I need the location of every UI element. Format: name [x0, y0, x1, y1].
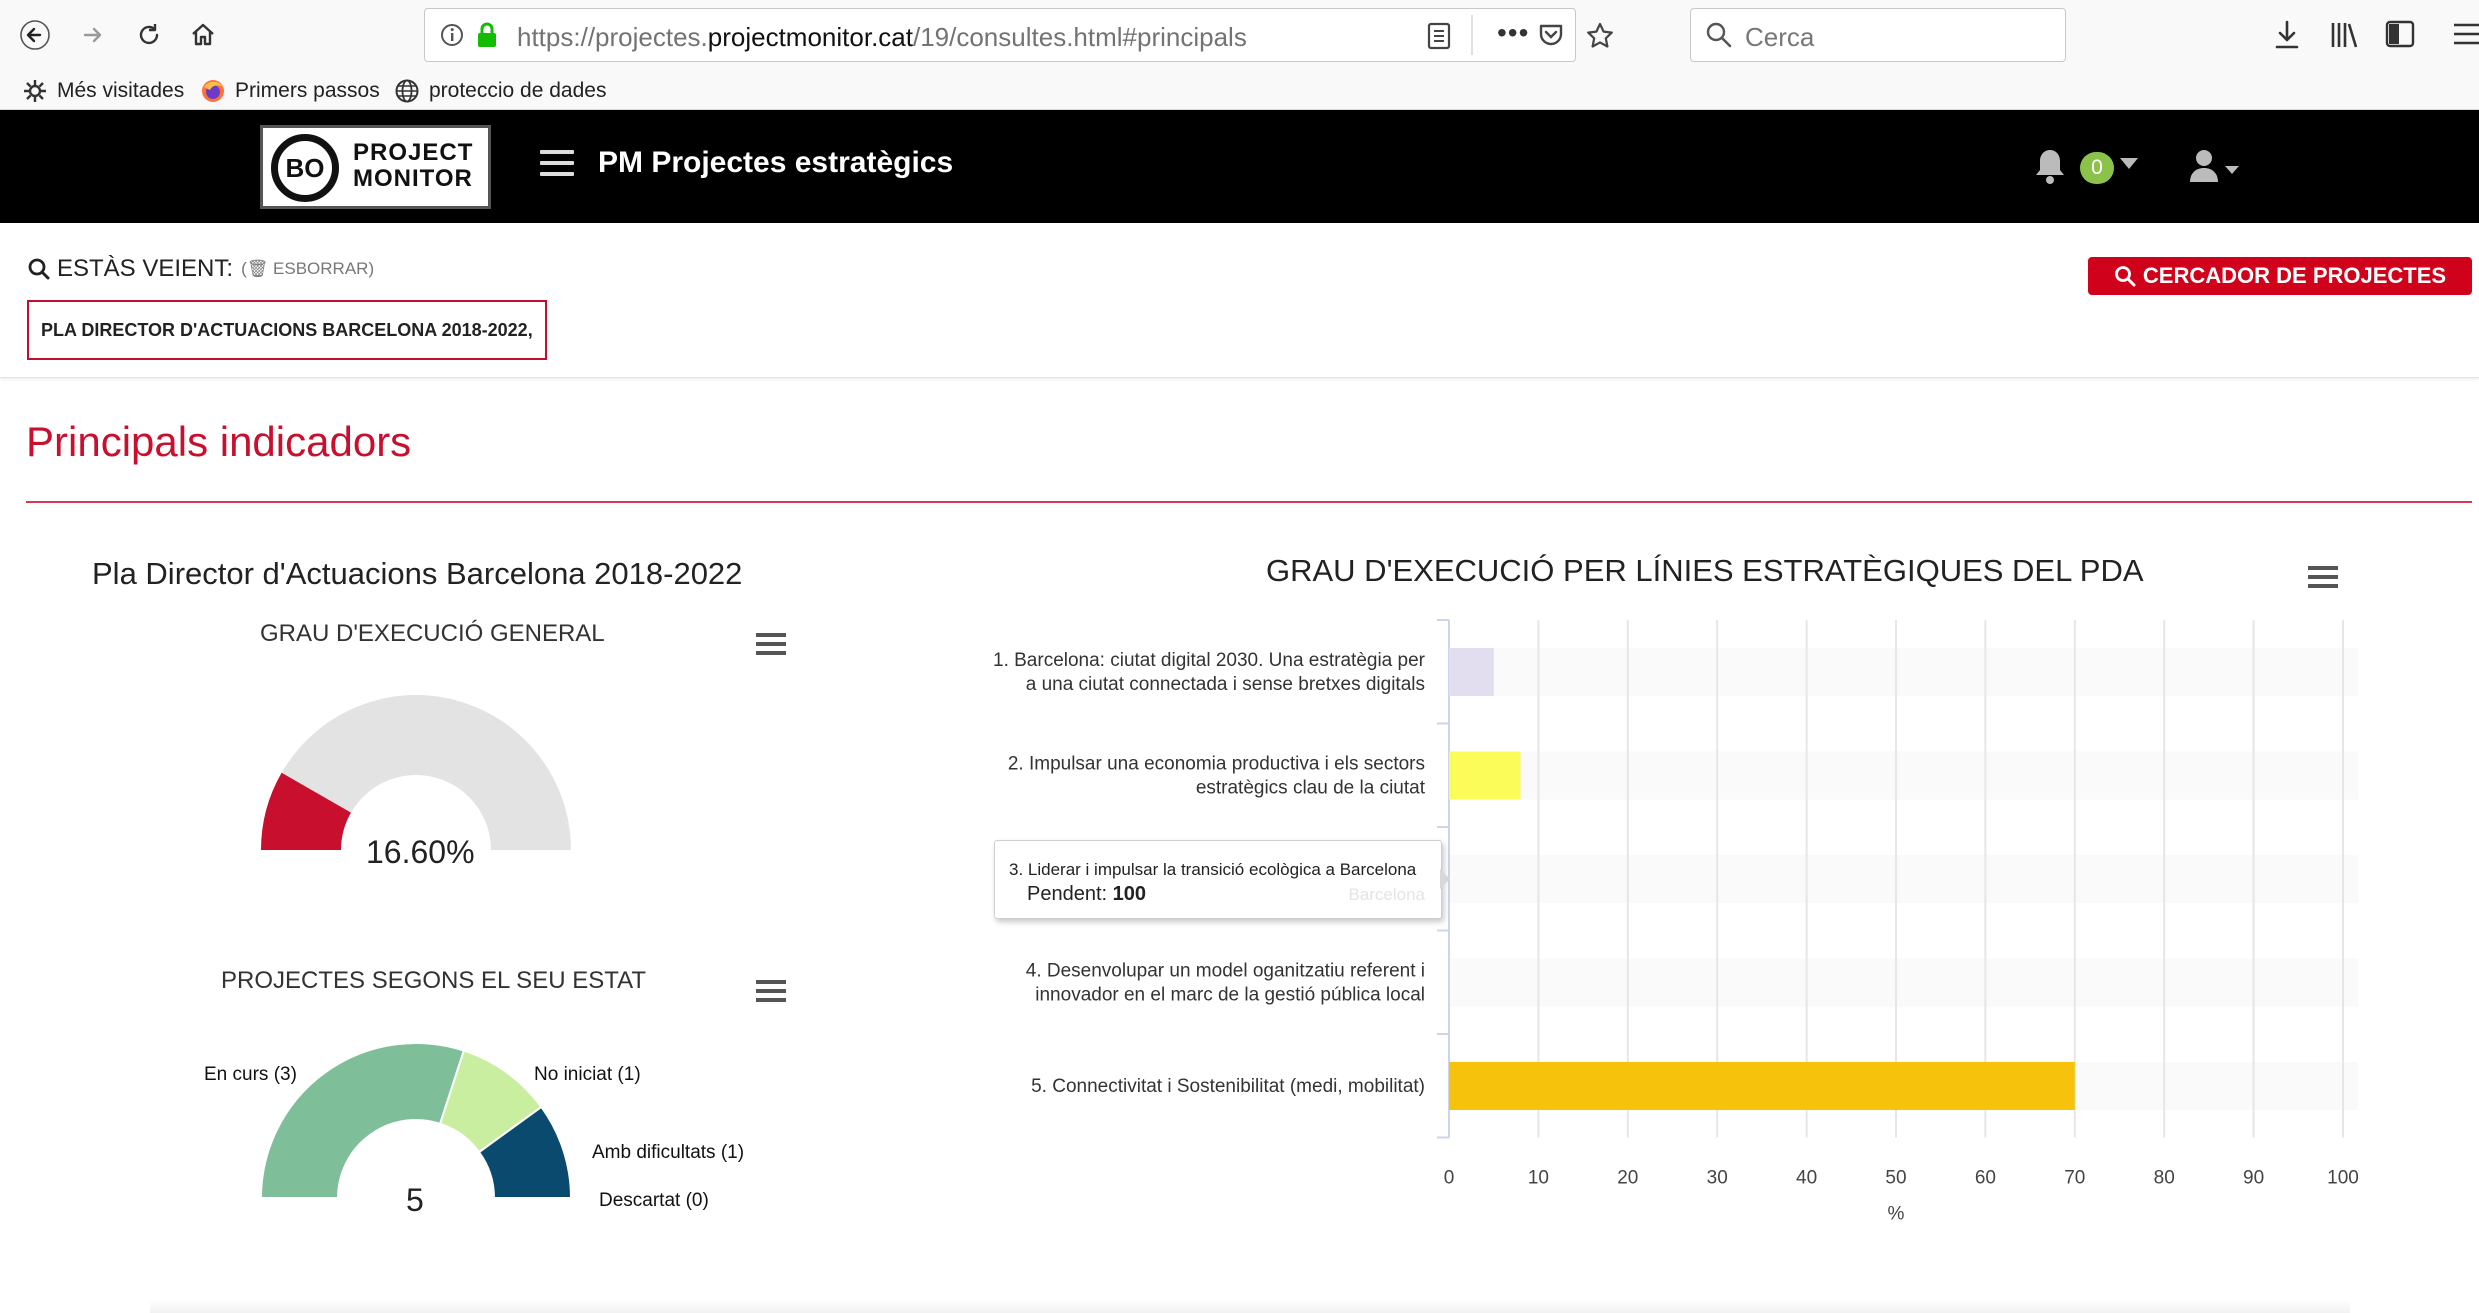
- x-tick-label: 80: [2154, 1168, 2175, 1189]
- bookmark-data-protection[interactable]: proteccio de dades: [394, 76, 606, 106]
- x-tick-label: 20: [1617, 1168, 1638, 1189]
- search-placeholder: Cerca: [1745, 22, 1815, 52]
- bookmark-label: proteccio de dades: [429, 79, 607, 102]
- lock-icon: [478, 22, 496, 47]
- x-tick-label: 40: [1796, 1168, 1817, 1189]
- page-bottom-shadow: [150, 1300, 2350, 1313]
- notifications-badge[interactable]: 0: [2080, 152, 2114, 184]
- x-axis-label: %: [1888, 1204, 1905, 1221]
- search-icon: [2115, 266, 2136, 287]
- tooltip-title: 3. Liderar i impulsar la transició ecolò…: [1009, 860, 1417, 879]
- app-header: BO PROJECT MONITOR PM Projectes estratèg…: [0, 110, 2479, 223]
- hamburger-menu-icon[interactable]: [540, 150, 574, 180]
- forward-arrow-icon: [83, 27, 102, 43]
- status-chart-title: PROJECTES SEGONS EL SEU ESTAT: [221, 967, 646, 994]
- tooltip-arrow: [1440, 869, 1450, 889]
- bookmark-star-icon[interactable]: [1585, 21, 1615, 51]
- x-tick-label: 0: [1444, 1168, 1455, 1189]
- bar-chart-title: GRAU D'EXECUCIÓ PER LÍNIES ESTRATÈGIQUES…: [1266, 553, 2144, 588]
- gauge-value: 16.60%: [366, 834, 475, 870]
- reader-view-icon[interactable]: [1427, 22, 1451, 50]
- bookmark-getting-started[interactable]: Primers passos: [200, 76, 380, 106]
- chart-tooltip: 3. Liderar i impulsar la transició ecolò…: [994, 840, 1442, 919]
- firefox-icon: [202, 80, 224, 102]
- home-icon: [192, 23, 214, 46]
- row-band: [1449, 958, 2358, 1007]
- status-total: 5: [406, 1182, 424, 1218]
- user-icon[interactable]: [2188, 148, 2220, 184]
- back-button[interactable]: [10, 10, 60, 60]
- x-tick-label: 90: [2243, 1168, 2264, 1189]
- bell-icon[interactable]: [2032, 146, 2068, 186]
- chart-menu-icon[interactable]: [2308, 566, 2338, 590]
- gear-icon: [24, 80, 46, 102]
- info-icon[interactable]: [439, 22, 465, 48]
- bar-5: [1449, 1062, 2075, 1110]
- home-button[interactable]: [178, 10, 228, 60]
- status-label-difficulties: Amb dificultats (1): [592, 1142, 745, 1163]
- bar-2: [1449, 751, 1521, 800]
- search-icon: [1706, 22, 1732, 48]
- gauge-chart-title: GRAU D'EXECUCIÓ GENERAL: [260, 620, 605, 647]
- chart-menu-icon[interactable]: [756, 980, 786, 1004]
- bar-1: [1449, 648, 1494, 696]
- active-filter-tag[interactable]: PLA DIRECTOR D'ACTUACIONS BARCELONA 2018…: [27, 300, 547, 360]
- reload-icon: [139, 24, 159, 45]
- logo-text: PROJECT MONITOR: [353, 139, 474, 192]
- category-label: 1. Barcelona: ciutat digital 2030. Una e…: [993, 650, 1426, 695]
- search-icon: [28, 258, 50, 280]
- status-label-discarded: Descartat (0): [599, 1190, 709, 1211]
- section-title: Principals indicadors: [26, 418, 412, 465]
- x-tick-label: 10: [1528, 1168, 1549, 1189]
- project-monitor-logo[interactable]: BO PROJECT MONITOR: [260, 125, 491, 209]
- plan-subtitle: Pla Director d'Actuacions Barcelona 2018…: [92, 556, 743, 591]
- filter-panel: ESTÀS VEIENT: (🗑 ESBORRAR) PLA DIRECTOR …: [0, 223, 2479, 378]
- chevron-down-icon[interactable]: [2225, 166, 2239, 174]
- browser-menu-icon[interactable]: [2450, 20, 2479, 48]
- globe-icon: [395, 79, 419, 103]
- reload-button[interactable]: [124, 10, 174, 60]
- row-band: [1449, 855, 2358, 903]
- chevron-down-icon[interactable]: [2120, 158, 2138, 169]
- app-title: PM Projectes estratègics: [598, 146, 954, 179]
- url-bar[interactable]: https://projectes.projectmonitor.cat/19/…: [424, 8, 1613, 62]
- pocket-icon[interactable]: [1537, 21, 1565, 49]
- chart-menu-icon[interactable]: [756, 633, 786, 657]
- row-band: [1449, 648, 2358, 696]
- category-label: 2. Impulsar una economia productiva i el…: [1008, 754, 1426, 799]
- row-band: [1449, 751, 2358, 800]
- logo-mark: BO: [271, 134, 339, 202]
- bookmark-label: Més visitades: [57, 79, 185, 102]
- browser-toolbar: https://projectes.projectmonitor.cat/19/…: [0, 0, 2479, 70]
- bookmark-label: Primers passos: [235, 79, 380, 102]
- bookmark-most-visited[interactable]: Més visitades: [22, 76, 184, 106]
- page-actions-icon[interactable]: •••: [1497, 17, 1529, 49]
- project-search-button[interactable]: CERCADOR DE PROJECTES: [2088, 257, 2472, 295]
- forward-button[interactable]: [68, 10, 118, 60]
- downloads-icon[interactable]: [2272, 18, 2302, 52]
- back-arrow-icon: [20, 20, 50, 50]
- category-label: 4. Desenvolupar un model oganitzatiu ref…: [1026, 961, 1425, 1006]
- status-label-not-started: No iniciat (1): [534, 1064, 641, 1085]
- tooltip-ghost-text: Barcelona: [1348, 885, 1425, 904]
- sidebar-toggle-icon[interactable]: [2384, 18, 2416, 50]
- x-tick-label: 30: [1707, 1168, 1728, 1189]
- x-tick-label: 60: [1975, 1168, 1996, 1189]
- tooltip-body: Pendent: 100: [1027, 883, 1147, 905]
- x-tick-label: 50: [1885, 1168, 1906, 1189]
- library-icon[interactable]: [2328, 18, 2362, 52]
- x-tick-label: 100: [2327, 1168, 2359, 1189]
- section-divider: [26, 501, 2472, 503]
- viewing-label: ESTÀS VEIENT: (🗑 ESBORRAR): [27, 255, 374, 283]
- x-tick-label: 70: [2064, 1168, 2085, 1189]
- browser-search-input[interactable]: Cerca: [1690, 8, 2066, 62]
- url-text: https://projectes.projectmonitor.cat/19/…: [517, 22, 1247, 52]
- status-label-in-progress: En curs (3): [204, 1064, 297, 1085]
- category-label: 5. Connectivitat i Sostenibilitat (medi,…: [1031, 1076, 1425, 1097]
- clear-filter-link[interactable]: (🗑 ESBORRAR): [241, 259, 374, 279]
